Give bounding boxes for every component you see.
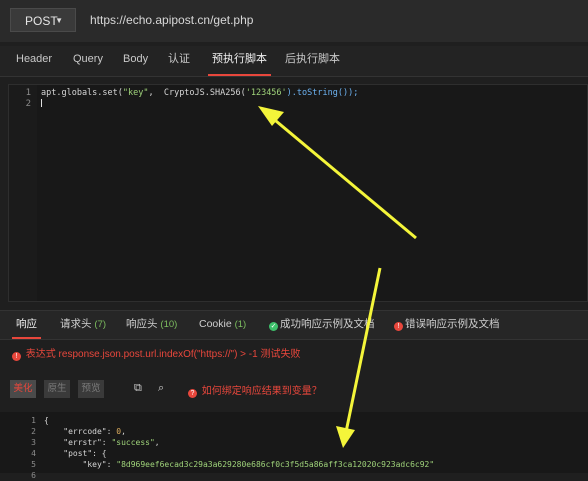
tab-request-headers[interactable]: 请求头 (7)	[60, 311, 106, 339]
tab-label: 成功响应示例及文档	[280, 318, 375, 330]
code-string-arg: '123456'	[245, 88, 287, 98]
tab-response-headers[interactable]: 响应头 (10)	[126, 311, 177, 339]
script-editor[interactable]: 1 2 apt.globals.set("key", CryptoJS.SHA2…	[8, 84, 588, 302]
tab-auth[interactable]: 认证	[168, 46, 190, 76]
count-badge: (10)	[160, 319, 178, 330]
json-line: "errcode": 0,	[63, 427, 126, 436]
tab-pre-script[interactable]: 预执行脚本	[208, 46, 271, 76]
json-key: "errcode"	[63, 427, 107, 436]
text-cursor	[41, 99, 42, 107]
test-failure-message: ! 表达式 response.json.post.url.indexOf("ht…	[12, 348, 300, 362]
editor-gutter: 1 2	[9, 85, 37, 301]
line-number: 6	[31, 471, 36, 480]
tab-error-example[interactable]: ! 错误响应示例及文档	[394, 311, 500, 339]
tab-body[interactable]: Body	[123, 46, 148, 76]
tab-header[interactable]: Header	[16, 46, 52, 76]
json-string: "success"	[111, 438, 155, 447]
response-tabs: 响应 请求头 (7) 响应头 (10) Cookie (1) ✓ 成功响应示例及文…	[0, 310, 588, 340]
tab-cookie[interactable]: Cookie (1)	[199, 311, 246, 339]
count-badge: (1)	[234, 319, 247, 330]
tab-label: 错误响应示例及文档	[405, 318, 500, 330]
code-prefix: apt.globals.set(	[41, 88, 123, 98]
request-bar: POST ▼ https://echo.apipost.cn/get.php	[0, 0, 588, 42]
chevron-down-icon: ▼	[55, 16, 63, 25]
response-body: 1 2 3 4 5 6 { "errcode": 0, "errstr": "s…	[0, 412, 588, 480]
line-number: 2	[25, 99, 31, 109]
json-line: "errstr": "success",	[63, 438, 160, 447]
json-brace: {	[44, 416, 49, 425]
tab-label: Cookie	[199, 318, 232, 330]
tab-query[interactable]: Query	[73, 46, 103, 76]
view-preview-button[interactable]: 预览	[78, 380, 104, 398]
json-key: "errstr"	[63, 438, 102, 447]
request-tabs: Header Query Body 认证 预执行脚本 后执行脚本	[0, 46, 588, 77]
count-badge: (7)	[94, 319, 107, 330]
copy-icon[interactable]: ⧉	[134, 382, 142, 395]
tab-success-example[interactable]: ✓ 成功响应示例及文档	[269, 311, 375, 339]
json-line: {	[44, 415, 49, 426]
binding-help-text: 如何绑定响应结果到变量？	[201, 386, 322, 397]
tab-post-script[interactable]: 后执行脚本	[285, 46, 340, 76]
error-circle-icon: !	[12, 352, 21, 361]
tab-label: 响应头	[126, 318, 158, 330]
line-number: 3	[31, 438, 36, 447]
test-failure-text: 表达式 response.json.post.url.indexOf("http…	[25, 349, 301, 360]
tab-response[interactable]: 响应	[12, 311, 41, 339]
question-circle-icon: ?	[188, 389, 197, 398]
error-circle-icon: !	[394, 322, 403, 331]
json-key: "key"	[82, 460, 107, 469]
tab-label: 请求头	[60, 318, 92, 330]
check-circle-icon: ✓	[269, 322, 278, 331]
code-line: apt.globals.set("key", CryptoJS.SHA256('…	[41, 88, 358, 99]
method-label: POST	[25, 14, 58, 28]
json-string: "8d969eef6ecad3c29a3a629280e686cf0c3f5d5…	[116, 460, 435, 469]
json-line: "post": {	[63, 449, 107, 458]
line-number: 2	[31, 427, 36, 436]
json-key: "post"	[63, 449, 93, 458]
view-pretty-button[interactable]: 美化	[10, 380, 36, 398]
view-raw-button[interactable]: 原生	[44, 380, 70, 398]
line-number: 5	[31, 460, 36, 469]
method-select[interactable]: POST ▼	[10, 8, 76, 32]
code-mid: , CryptoJS.SHA256(	[148, 88, 246, 98]
binding-help-link[interactable]: ? 如何绑定响应结果到变量？	[188, 382, 322, 398]
line-number: 1	[25, 88, 31, 98]
line-number: 1	[31, 416, 36, 425]
url-input[interactable]: https://echo.apipost.cn/get.php	[90, 10, 253, 30]
search-icon[interactable]: ⌕	[158, 382, 164, 395]
json-number: 0	[116, 427, 122, 436]
code-suffix: ).toString());	[286, 88, 359, 98]
line-number: 4	[31, 449, 36, 458]
code-string-key: "key"	[122, 88, 149, 98]
json-line: "key": "8d969eef6ecad3c29a3a629280e686cf…	[82, 460, 435, 469]
